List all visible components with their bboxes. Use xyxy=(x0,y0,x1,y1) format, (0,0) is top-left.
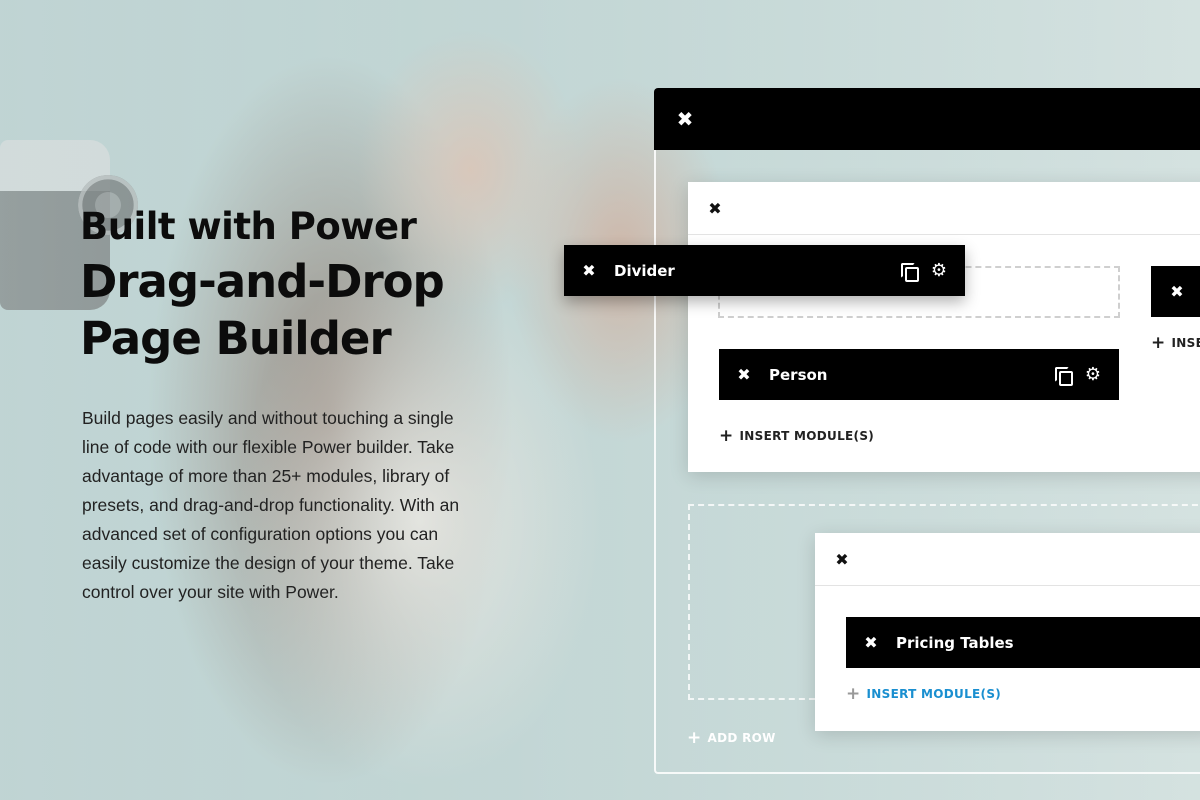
row-close-icon[interactable]: ✖ xyxy=(833,551,851,569)
insert-module-button-2[interactable]: + INSE xyxy=(1151,333,1200,353)
row-panel-2-header: ✖ xyxy=(815,533,1200,586)
hero-title-line2: Page Builder xyxy=(80,312,392,365)
hero-description: Build pages easily and without touching … xyxy=(82,408,460,602)
row-panel-1-header: ✖ xyxy=(688,182,1200,235)
module-pricing-label: Pricing Tables xyxy=(896,633,1014,652)
duplicate-icon[interactable] xyxy=(1054,367,1073,386)
insert-module-label: INSERT MODULE(S) xyxy=(866,687,1002,701)
close-icon[interactable]: ✖ xyxy=(1151,282,1200,301)
close-icon[interactable]: ✖ xyxy=(719,365,769,384)
insert-module-button-1[interactable]: + INSERT MODULE(S) xyxy=(719,426,874,446)
section-close-icon[interactable]: ✖ xyxy=(672,106,698,132)
add-row-label: ADD ROW xyxy=(707,731,776,745)
module-divider-dragging[interactable]: ✖ Divider ⚙ xyxy=(564,245,965,296)
module-divider-label: Divider xyxy=(614,261,675,280)
plus-icon: + xyxy=(1151,333,1166,353)
gear-icon[interactable]: ⚙ xyxy=(1085,365,1101,384)
module-pricing-tables[interactable]: ✖ Pricing Tables xyxy=(846,617,1200,668)
row-close-icon[interactable]: ✖ xyxy=(706,200,724,218)
module-person[interactable]: ✖ Person ⚙ xyxy=(719,349,1119,400)
module-right-partial[interactable]: ✖ xyxy=(1151,266,1200,317)
plus-icon: + xyxy=(846,684,861,704)
insert-module-label: INSERT MODULE(S) xyxy=(739,429,875,443)
hero-title-line1: Drag-and-Drop xyxy=(80,255,445,308)
close-icon[interactable]: ✖ xyxy=(564,261,614,280)
builder-section-toolbar: ✖ xyxy=(654,88,1200,150)
hero-title-small: Built with Power xyxy=(80,205,417,248)
add-row-button[interactable]: + ADD ROW xyxy=(687,728,776,748)
insert-module-button-3[interactable]: + INSERT MODULE(S) xyxy=(846,684,1001,704)
close-icon[interactable]: ✖ xyxy=(846,633,896,652)
insert-module-label-partial: INSE xyxy=(1171,336,1200,350)
hero-headline: Built with Power Drag-and-Drop Page Buil… xyxy=(80,205,445,367)
gear-icon[interactable]: ⚙ xyxy=(931,261,947,280)
module-person-label: Person xyxy=(769,365,828,384)
plus-icon: + xyxy=(719,426,734,446)
duplicate-icon[interactable] xyxy=(900,263,919,282)
plus-icon: + xyxy=(687,728,702,748)
